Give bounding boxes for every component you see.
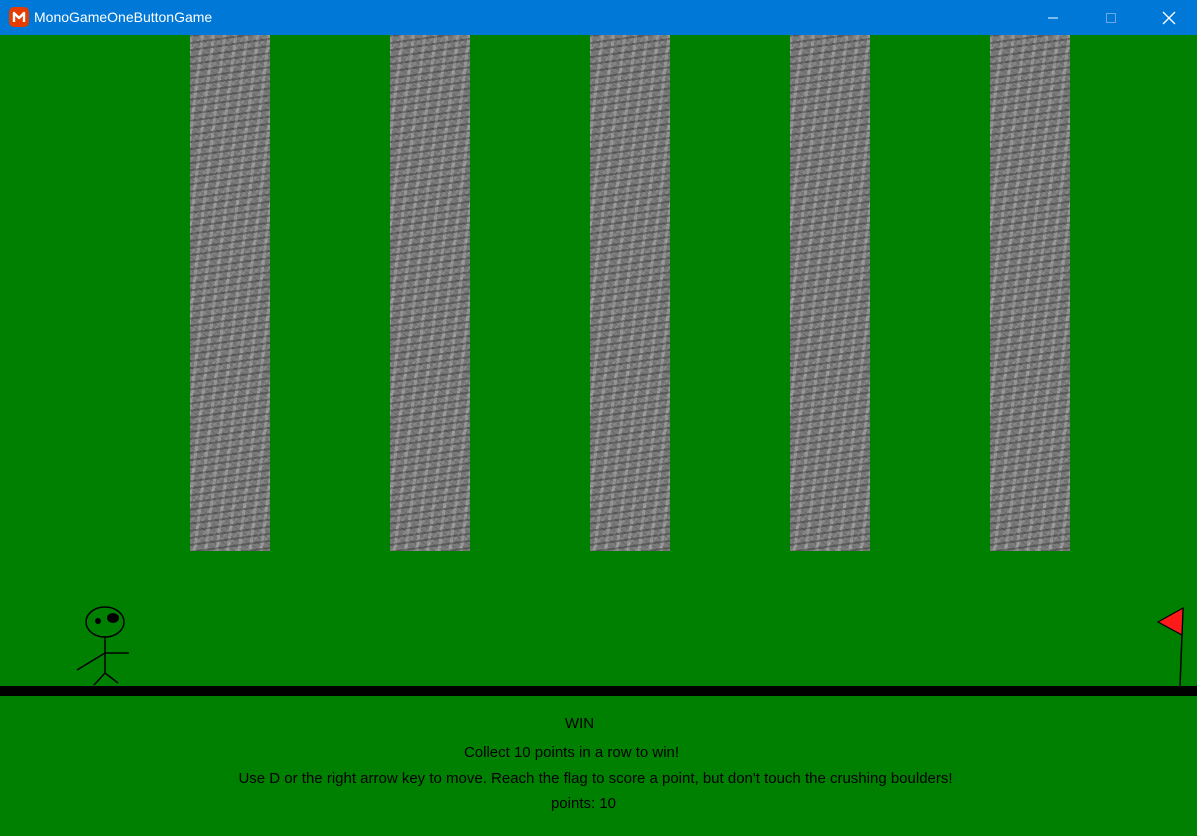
ground-line [0,686,1197,696]
maximize-button[interactable] [1082,0,1140,35]
minimize-button[interactable] [1024,0,1082,35]
goal-flag-icon [1156,606,1184,688]
monogame-logo-icon [9,7,29,27]
goal-text: Collect 10 points in a row to win! [463,744,680,761]
maximize-icon [1106,12,1116,23]
boulder-4 [790,35,870,551]
game-canvas[interactable]: WIN Collect 10 points in a row to win! U… [0,35,1197,836]
close-button[interactable] [1140,0,1197,35]
minimize-icon [1048,17,1058,18]
boulder-5 [990,35,1070,551]
points-counter: points: 10 [550,795,617,812]
close-icon [1162,11,1176,24]
boulder-2 [390,35,470,551]
title-bar[interactable]: MonoGameOneButtonGame [0,0,1197,35]
instructions-text: Use D or the right arrow key to move. Re… [238,770,953,787]
game-status: WIN [564,715,595,732]
window-title: MonoGameOneButtonGame [34,9,213,25]
boulder-1 [190,35,270,551]
boulder-3 [590,35,670,551]
stick-figure-player [76,606,129,686]
